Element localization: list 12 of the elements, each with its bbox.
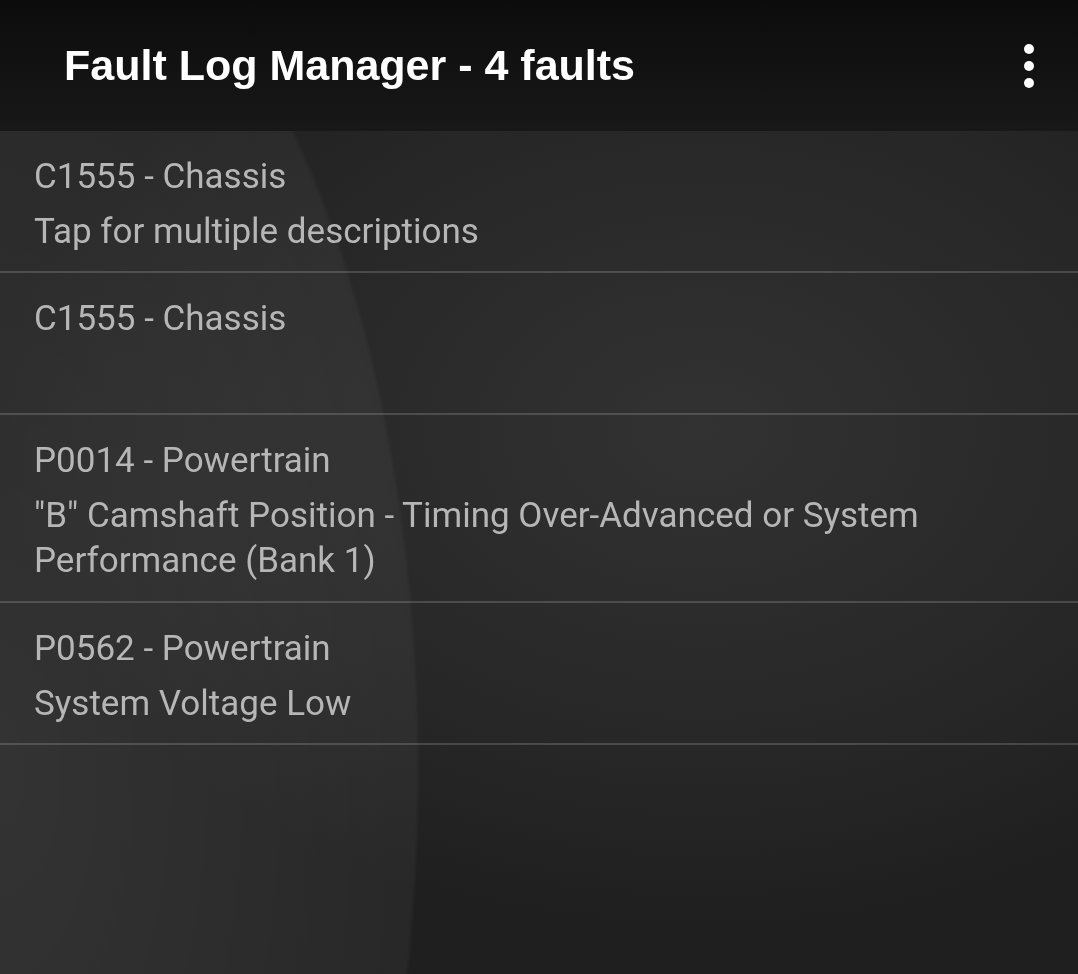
fault-item[interactable]: C1555 - Chassis	[0, 273, 1078, 415]
fault-title: P0014 - Powertrain	[34, 439, 332, 483]
fault-item[interactable]: P0562 - Powertrain System Voltage Low	[0, 603, 1078, 745]
fault-description: System Voltage Low	[34, 681, 353, 726]
fault-description: Tap for multiple descriptions	[34, 209, 480, 254]
fault-title: C1555 - Chassis	[34, 155, 288, 199]
fault-title: C1555 - Chassis	[34, 297, 288, 341]
fault-item[interactable]: C1555 - Chassis Tap for multiple descriptions	[0, 131, 1078, 273]
app-title: Fault Log Manager - 4 faults	[64, 41, 635, 90]
fault-description: "B" Camshaft Position - Timing Over-Advanced or System Performance (Bank 1)	[34, 493, 920, 584]
fault-item[interactable]: P0014 - Powertrain "B" Camshaft Position - Timing Over-Advanced or System Performance (Bank 1)	[0, 415, 1078, 603]
fault-title: P0562 - Powertrain	[34, 627, 332, 671]
